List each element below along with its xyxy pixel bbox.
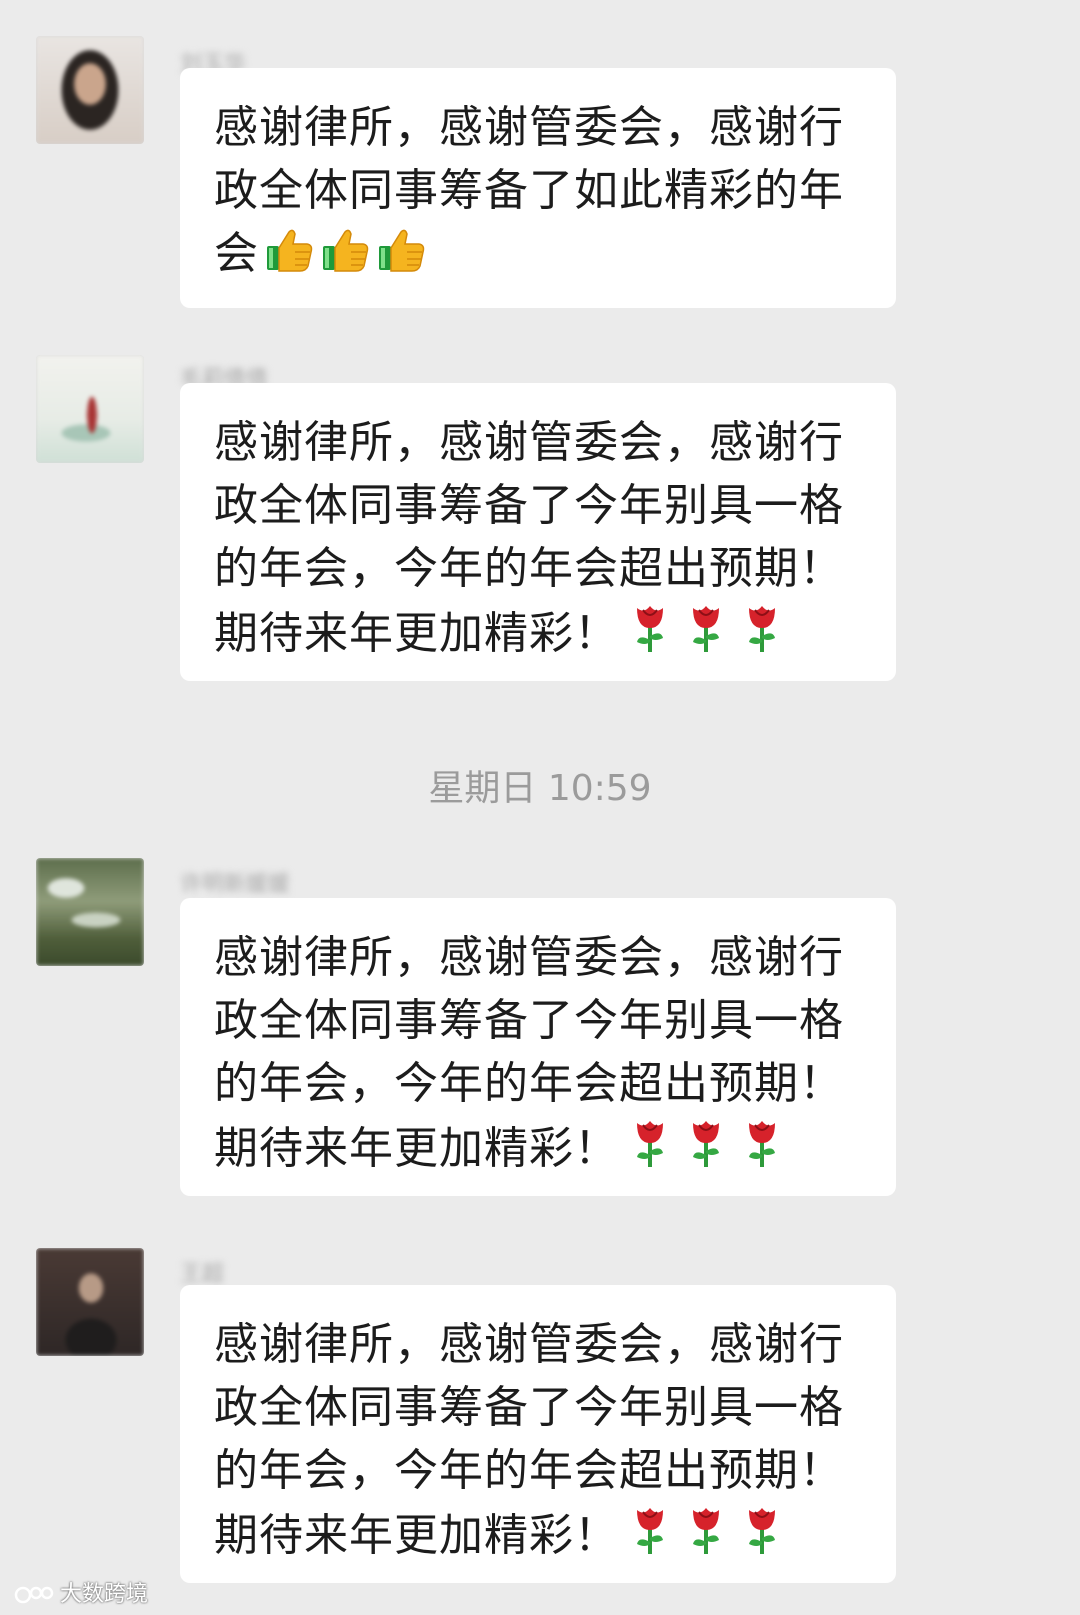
message-row: 王超 感谢律所，感谢管委会，感谢行政全体同事筹备了今年别具一格的年会，今年的年会…	[0, 1240, 1080, 1590]
thumbs-up-icon	[321, 224, 371, 291]
message-bubble[interactable]: 感谢律所，感谢管委会，感谢行政全体同事筹备了今年别具一格的年会，今年的年会超出预…	[180, 383, 896, 681]
avatar[interactable]	[36, 355, 144, 463]
watermark-logo-icon	[14, 1583, 54, 1607]
message-row: 许明新媛媛 感谢律所，感谢管委会，感谢行政全体同事筹备了今年别具一格的年会，今年…	[0, 850, 1080, 1200]
watermark: 大数跨境	[14, 1581, 148, 1609]
rose-icon	[681, 600, 731, 671]
message-row: 刘玉华 感谢律所，感谢管委会，感谢行政全体同事筹备了如此精彩的年会	[0, 30, 1080, 310]
thumbs-up-icon	[377, 224, 427, 291]
emoji-group	[619, 1121, 787, 1174]
emoji-group	[619, 606, 787, 659]
rose-icon	[681, 1115, 731, 1186]
avatar[interactable]	[36, 36, 144, 144]
message-row: 毛莉倩倩 感谢律所，感谢管委会，感谢行政全体同事筹备了今年别具一格的年会，今年的…	[0, 345, 1080, 695]
rose-icon	[737, 1115, 787, 1186]
chat-area[interactable]: 刘玉华 感谢律所，感谢管委会，感谢行政全体同事筹备了如此精彩的年会 毛莉倩倩 感…	[0, 0, 1080, 1615]
message-bubble[interactable]: 感谢律所，感谢管委会，感谢行政全体同事筹备了今年别具一格的年会，今年的年会超出预…	[180, 1285, 896, 1583]
rose-icon	[681, 1502, 731, 1573]
rose-icon	[737, 1502, 787, 1573]
rose-icon	[737, 600, 787, 671]
avatar[interactable]	[36, 858, 144, 966]
timestamp-divider: 星期日 10:59	[428, 768, 652, 809]
rose-icon	[625, 1115, 675, 1186]
sender-name: 许明新媛媛	[180, 872, 291, 897]
thumbs-up-icon	[265, 224, 315, 291]
emoji-group	[259, 228, 427, 279]
watermark-text: 大数跨境	[60, 1582, 149, 1607]
message-bubble[interactable]: 感谢律所，感谢管委会，感谢行政全体同事筹备了如此精彩的年会	[180, 68, 896, 308]
avatar[interactable]	[36, 1248, 144, 1356]
rose-icon	[625, 1502, 675, 1573]
emoji-group	[619, 1508, 787, 1561]
message-bubble[interactable]: 感谢律所，感谢管委会，感谢行政全体同事筹备了今年别具一格的年会，今年的年会超出预…	[180, 898, 896, 1196]
rose-icon	[625, 600, 675, 671]
